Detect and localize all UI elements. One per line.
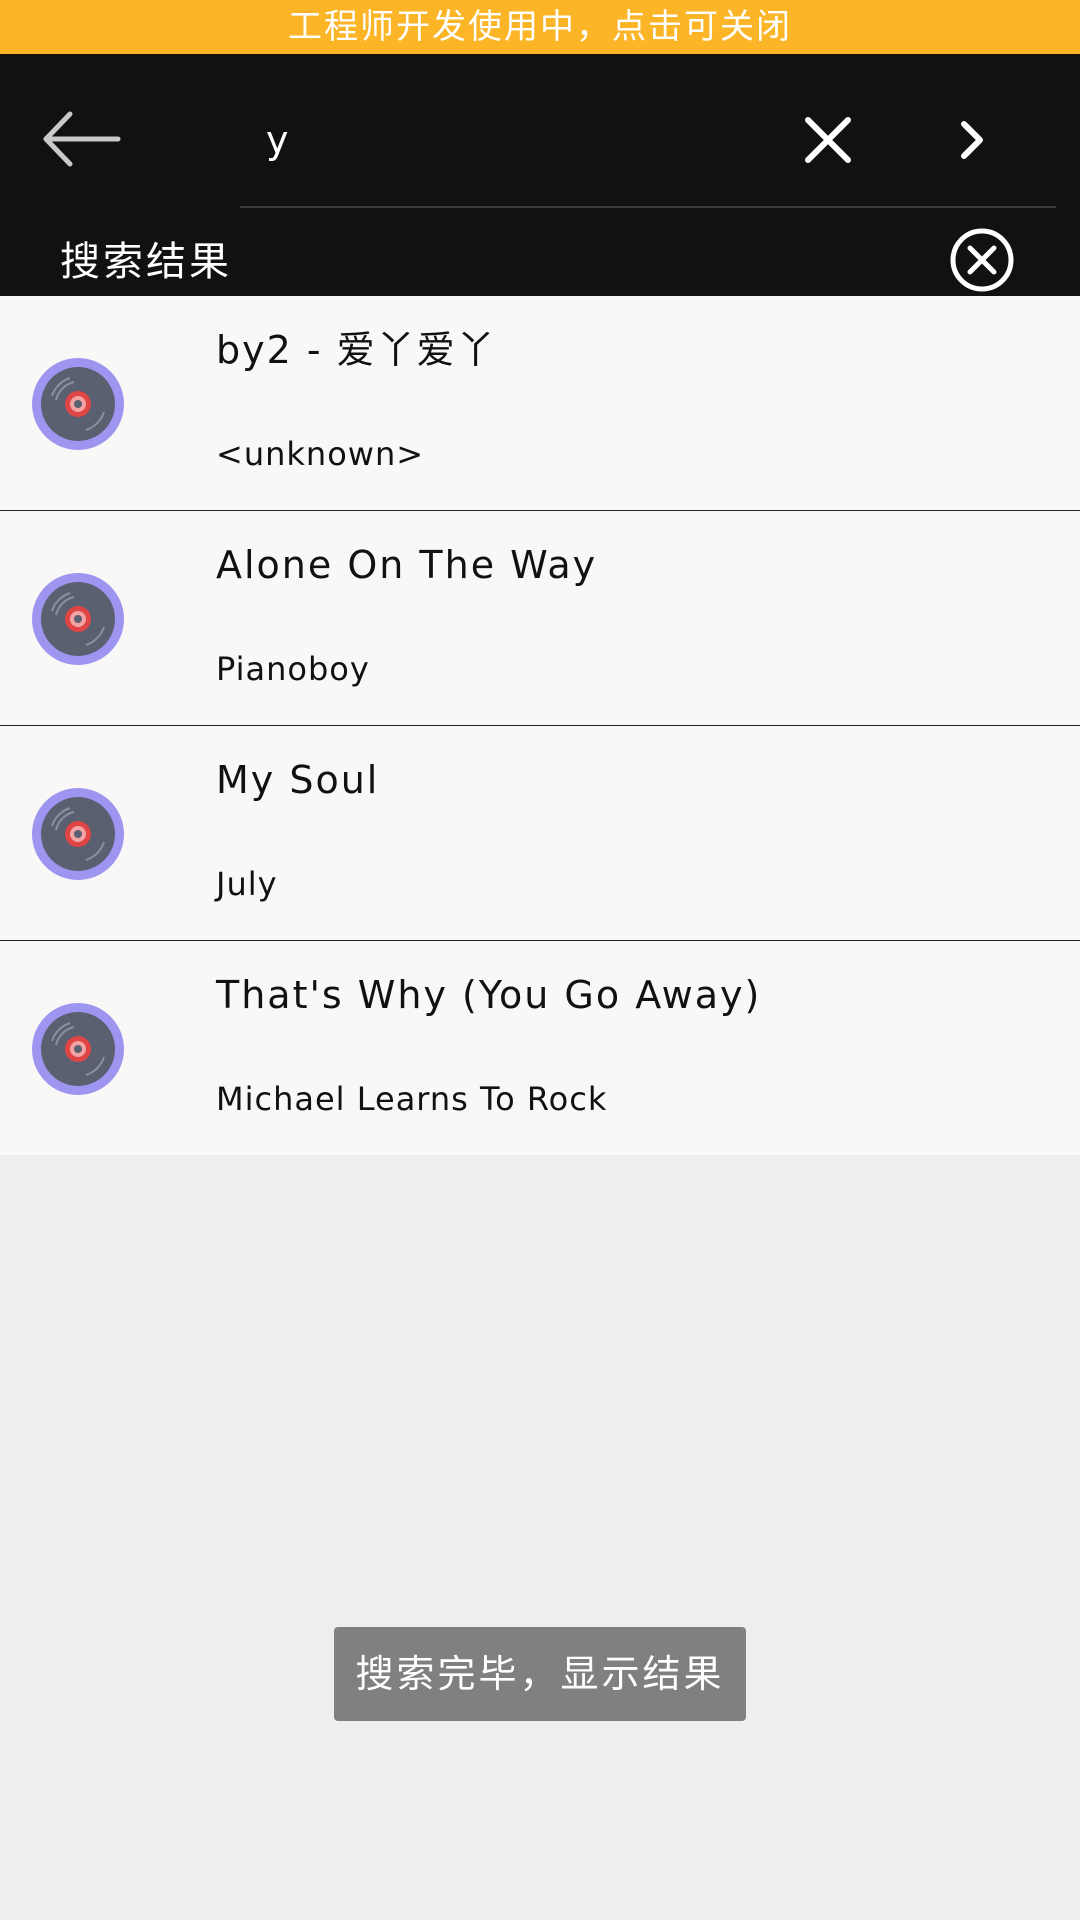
song-title: My Soul xyxy=(216,758,380,802)
song-title: Alone On The Way xyxy=(216,543,598,587)
arrow-left-icon xyxy=(43,111,121,167)
vinyl-disc-icon xyxy=(30,1001,126,1097)
results-header-title: 搜索结果 xyxy=(60,239,232,285)
search-toolbar: 搜索结果 xyxy=(0,54,1080,296)
result-row[interactable]: My Soul July xyxy=(0,726,1080,941)
song-artist: Michael Learns To Rock xyxy=(216,1080,608,1118)
song-artist: July xyxy=(216,865,278,903)
song-title: That's Why (You Go Away) xyxy=(216,973,762,1017)
clear-search-button[interactable] xyxy=(798,110,858,170)
result-row[interactable]: That's Why (You Go Away) Michael Learns T… xyxy=(0,941,1080,1155)
result-row[interactable]: Alone On The Way Pianoboy xyxy=(0,511,1080,726)
toast-message: 搜索完毕，显示结果 xyxy=(334,1627,746,1721)
close-results-button[interactable] xyxy=(948,226,1016,294)
close-icon xyxy=(805,117,851,163)
vinyl-disc-icon xyxy=(30,356,126,452)
vinyl-disc-icon xyxy=(30,571,126,667)
vinyl-disc-icon xyxy=(30,786,126,882)
song-artist: <unknown> xyxy=(216,435,425,473)
circle-close-icon xyxy=(950,228,1014,292)
result-row[interactable]: by2 - 爱丫爱丫 <unknown> xyxy=(0,296,1080,511)
song-title: by2 - 爱丫爱丫 xyxy=(216,328,497,372)
search-input-underline xyxy=(240,206,1056,208)
chevron-right-icon xyxy=(961,121,983,159)
developer-mode-banner[interactable]: 工程师开发使用中，点击可关闭 xyxy=(0,0,1080,54)
search-input[interactable] xyxy=(240,100,760,180)
back-button[interactable] xyxy=(38,104,128,174)
search-submit-button[interactable] xyxy=(950,112,996,168)
song-artist: Pianoboy xyxy=(216,650,370,688)
search-results-list: by2 - 爱丫爱丫 <unknown> Alone On The Way Piano… xyxy=(0,296,1080,1155)
